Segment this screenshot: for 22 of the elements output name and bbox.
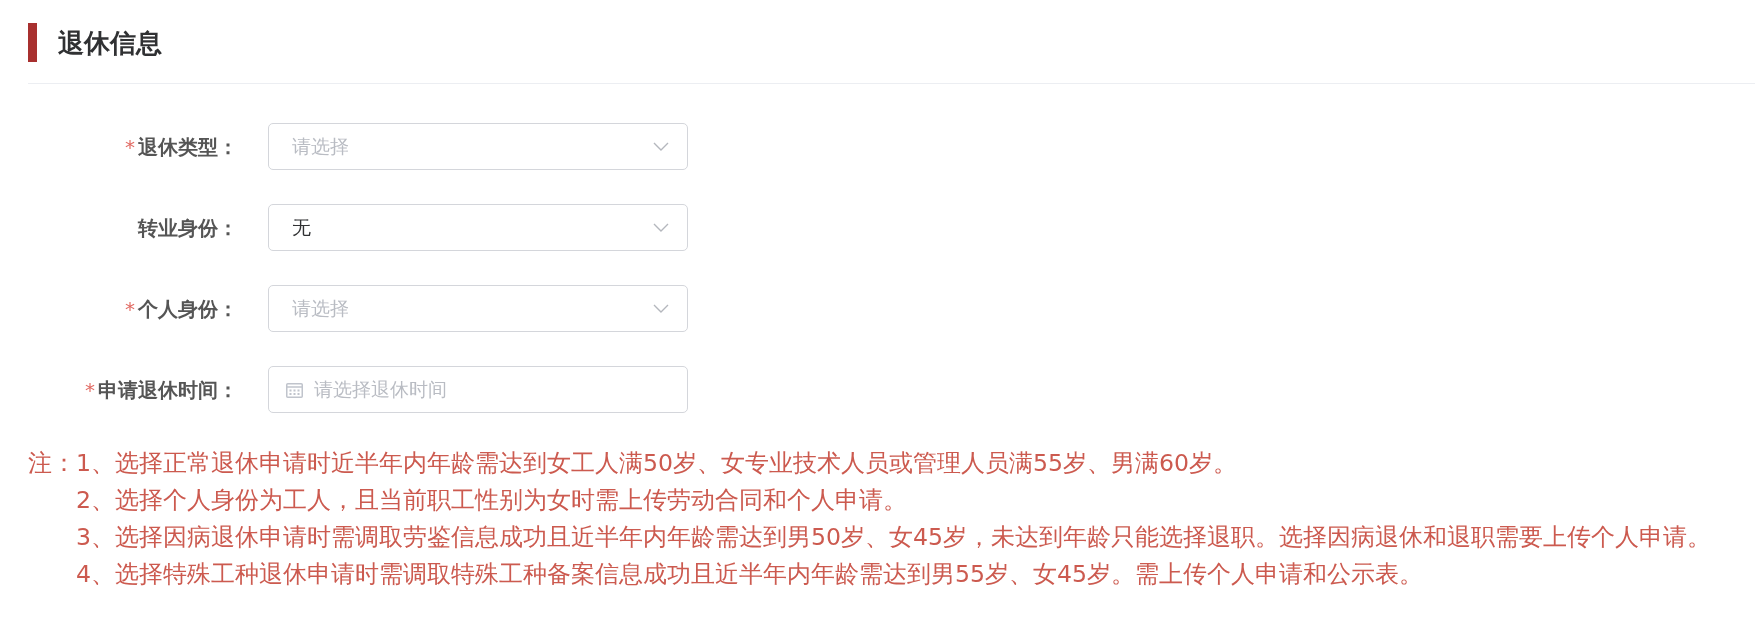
calendar-icon (286, 381, 303, 398)
date-field[interactable]: 请选择退休时间 (268, 366, 688, 413)
field-label: 退休类型： (138, 133, 238, 161)
chevron-down-icon (653, 304, 669, 313)
note-prefix: 注： (28, 448, 76, 479)
select-field[interactable]: 请选择 (268, 123, 688, 170)
required-asterisk: * (125, 133, 135, 161)
required-asterisk: * (125, 295, 135, 323)
note-text: 3、选择因病退休申请时需调取劳鉴信息成功且近半年内年龄需达到男50岁、女45岁，未达到年龄只能选择退职。选择因病退休和退职需要上传个人申请。 (76, 522, 1712, 553)
select-field[interactable]: 请选择 (268, 285, 688, 332)
title-accent-bar (28, 23, 37, 62)
note-text: 1、选择正常退休申请时近半年内年龄需达到女工人满50岁、女专业技术人员或管理人员满55岁、男满60岁。 (76, 448, 1238, 479)
field-label: 个人身份： (138, 295, 238, 323)
chevron-down-icon (653, 142, 669, 151)
select-field[interactable]: 无 (268, 204, 688, 251)
required-asterisk: * (85, 376, 95, 404)
note-text: 2、选择个人身份为工人，且当前职工性别为女时需上传劳动合同和个人申请。 (76, 485, 907, 516)
field-label: 申请退休时间： (98, 376, 238, 404)
field-label: 转业身份： (138, 214, 238, 242)
note-text: 4、选择特殊工种退休申请时需调取特殊工种备案信息成功且近半年内年龄需达到男55岁、女45岁。需上传个人申请和公示表。 (76, 559, 1424, 590)
chevron-down-icon (653, 223, 669, 232)
section-title: 退休信息 (58, 29, 162, 56)
